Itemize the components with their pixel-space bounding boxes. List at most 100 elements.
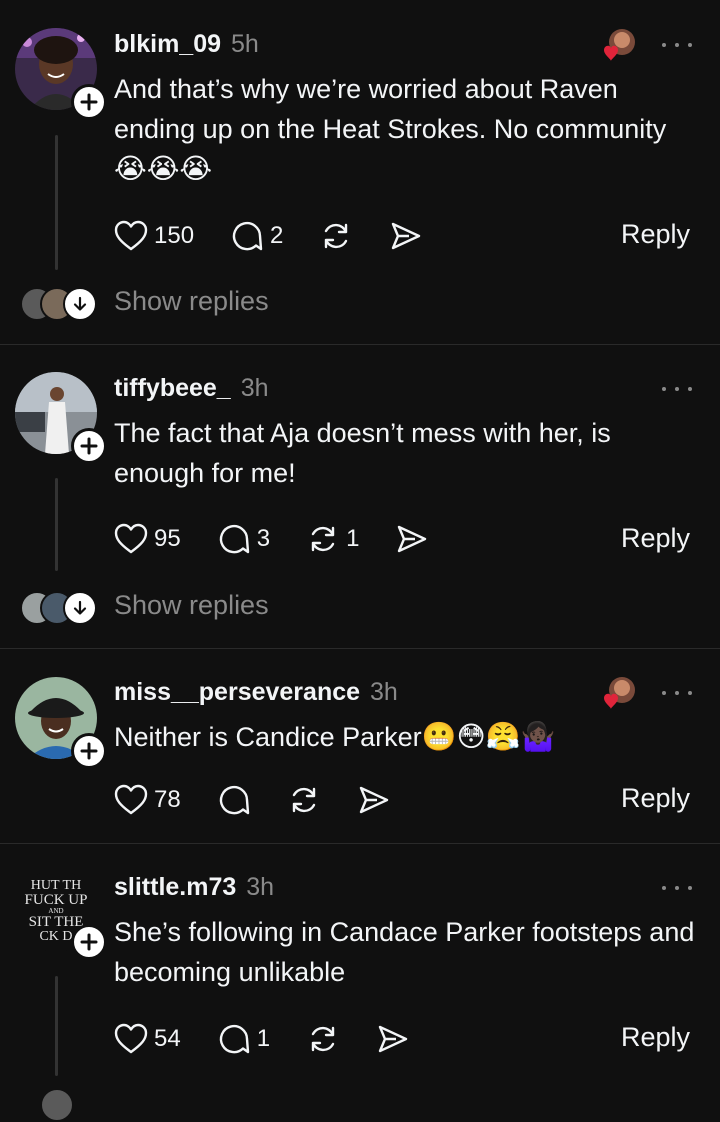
comment-icon [219,524,249,554]
arrow-down-icon [63,287,97,321]
reply-avatar [40,1088,74,1122]
liked-by-author-avatar [600,676,636,712]
follow-plus-button[interactable] [71,428,107,464]
thread-line [55,976,58,1076]
comment-header: miss__perseverance 3h [114,678,398,707]
share-button[interactable] [357,783,391,817]
show-replies-link[interactable]: Show replies [114,590,269,621]
action-bar: 54 1 [114,1019,446,1059]
comment-text: Neither is Candice Parker [114,722,422,752]
thread-line [55,135,58,270]
repost-icon [311,526,335,552]
comment-text: The fact that Aja doesn’t mess with her,… [114,418,611,488]
comment-icon [232,221,263,251]
heart-icon [114,523,148,554]
comment-body: She’s following in Candace Parker footst… [114,912,704,992]
repost-icon [311,1026,335,1052]
more-icon[interactable] [662,384,692,394]
comment-3: miss__perseverance 3h Neither is Candice… [0,649,720,843]
username[interactable]: blkim_09 [114,30,221,59]
username[interactable]: slittle.m73 [114,873,236,902]
comment-button[interactable]: 1 [217,1022,270,1056]
comment-body: The fact that Aja doesn’t mess with her,… [114,413,704,493]
show-replies-link[interactable]: Show replies [114,286,269,317]
liked-by-author-avatar [600,28,636,64]
avatar-logo-text: CK D [39,928,73,944]
reply-button[interactable]: Reply [621,783,690,814]
like-button[interactable]: 150 [114,220,194,252]
plus-icon [80,437,98,455]
plus-icon [80,742,98,760]
comment-text: And that’s why we’re worried about Raven… [114,74,667,144]
reply-button[interactable]: Reply [621,1022,690,1053]
comment-icon [219,1024,249,1054]
share-button[interactable] [376,1022,410,1056]
timestamp: 3h [246,873,275,901]
comment-header: slittle.m73 3h [114,873,274,902]
thread-line [55,478,58,571]
repost-icon [325,223,348,249]
reply-button[interactable]: Reply [621,523,690,554]
avatar-logo-text: SIT THE [28,913,84,930]
comment-body: And that’s why we’re worried about Raven… [114,69,704,189]
comment-header: blkim_09 5h [114,30,259,59]
plus-icon [80,93,98,111]
action-bar: 150 2 [114,216,459,256]
follow-plus-button[interactable] [71,84,107,120]
comment-icon [219,785,249,815]
share-icon [359,786,388,814]
more-icon[interactable] [662,883,692,893]
comment-1: blkim_09 5h And that’s why we’re worried… [0,0,720,344]
follow-plus-button[interactable] [71,924,107,960]
timestamp: 3h [370,678,398,706]
avatar-logo-text: FUCK UP [24,891,88,908]
reply-count: 1 [256,1025,271,1052]
heart-icon [114,1023,148,1054]
avatar-logo-text: HUT TH [30,877,82,893]
like-count: 78 [154,786,181,813]
reply-count: 2 [270,222,284,249]
like-count: 150 [154,222,195,249]
repost-button[interactable] [306,1022,340,1056]
repost-button[interactable] [319,219,353,253]
share-icon [378,1025,408,1053]
heart-icon [114,784,148,815]
comment-emoji: 😭😭😭 [114,153,213,184]
share-button[interactable] [395,522,429,556]
like-button[interactable]: 54 [114,1023,181,1055]
comment-button[interactable]: 3 [217,522,270,556]
repost-count: 1 [346,525,360,552]
like-count: 54 [154,1025,181,1052]
timestamp: 3h [240,374,269,402]
comment-text: She’s following in Candace Parker footst… [114,917,695,987]
heart-icon [114,220,148,251]
comment-2: tiffybeee_ 3h The fact that Aja doesn’t … [0,345,720,648]
comment-button[interactable]: 2 [230,219,283,253]
reply-avatars[interactable] [20,591,100,625]
plus-icon [80,933,98,951]
share-icon [392,222,421,250]
comment-button[interactable] [217,783,251,817]
share-icon [398,525,427,553]
reply-count: 3 [256,525,271,552]
username[interactable]: miss__perseverance [114,678,360,707]
comment-4: HUT TH FUCK UP AND SIT THE CK D slittle.… [0,844,720,1122]
repost-icon [292,787,315,813]
reply-button[interactable]: Reply [621,219,690,250]
arrow-down-icon [63,591,97,625]
action-bar: 78 [114,780,427,820]
more-icon[interactable] [662,40,692,50]
reply-avatars[interactable] [20,287,100,321]
follow-plus-button[interactable] [71,733,107,769]
comment-emoji: 😬😳😤🤷🏿‍♀️ [421,721,556,752]
action-bar: 95 3 1 [114,519,465,559]
like-button[interactable]: 78 [114,784,181,816]
repost-button[interactable] [287,783,321,817]
timestamp: 5h [231,30,259,58]
comment-body: Neither is Candice Parker😬😳😤🤷🏿‍♀️ [114,717,704,757]
like-button[interactable]: 95 [114,523,181,555]
username[interactable]: tiffybeee_ [114,374,231,403]
share-button[interactable] [389,219,423,253]
more-icon[interactable] [662,688,692,698]
repost-button[interactable]: 1 [306,522,359,556]
